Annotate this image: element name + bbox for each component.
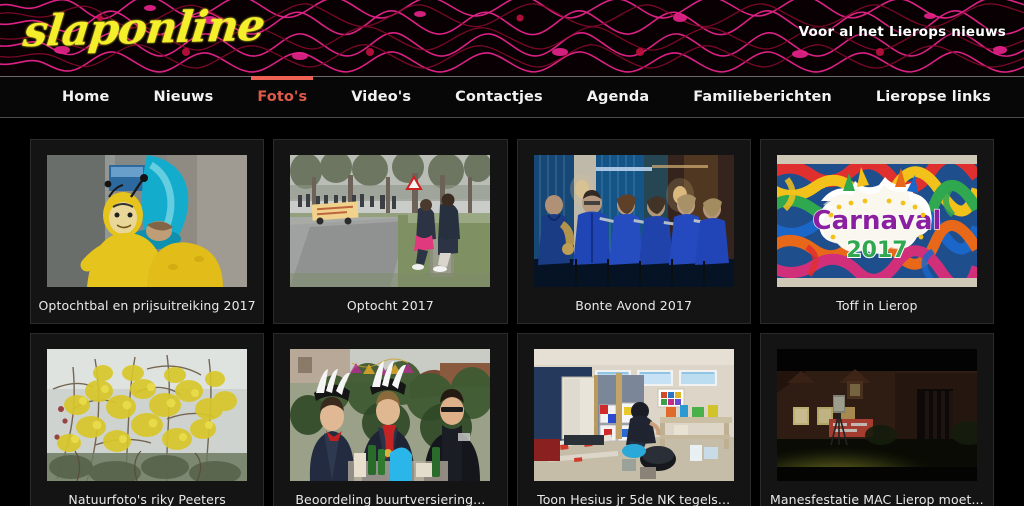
nav-item-nieuws[interactable]: Nieuws xyxy=(131,77,235,117)
gallery-card[interactable]: Natuurfoto's riky Peeters xyxy=(30,333,265,506)
gallery-grid: Optochtbal en prijsuitreiking 2017 Optoc… xyxy=(30,139,994,506)
nav-item-familieberichten[interactable]: Familieberichten xyxy=(671,77,854,117)
gallery-card-caption: Toff in Lierop xyxy=(836,298,918,313)
thumbnail-workshop-tiling-room[interactable] xyxy=(533,349,734,481)
svg-text:2017: 2017 xyxy=(846,238,907,263)
thumbnail-kids-carnival-costumes[interactable] xyxy=(47,155,248,287)
svg-text:Carnaval: Carnaval xyxy=(812,206,941,236)
thumbnail-carnaval-2017-poster[interactable]: Carnaval 2017 xyxy=(776,155,977,287)
thumbnail-band-blue-stage[interactable] xyxy=(533,155,734,287)
gallery-card[interactable]: Beoordeling buurtversiering... xyxy=(273,333,508,506)
gallery-card[interactable]: Toon Hesius jr 5de NK tegels... xyxy=(516,333,751,506)
nav-item-contactjes[interactable]: Contactjes xyxy=(433,77,565,117)
photo-gallery: Optochtbal en prijsuitreiking 2017 Optoc… xyxy=(0,118,1024,506)
main-navigation: Home Nieuws Foto's Video's Contactjes Ag… xyxy=(0,76,1024,118)
nav-item-fotos[interactable]: Foto's xyxy=(235,76,329,117)
gallery-card[interactable]: Optocht 2017 xyxy=(273,139,508,324)
gallery-card-caption: Manesfestatie MAC Lierop moet... xyxy=(770,492,984,506)
gallery-card[interactable]: Carnaval 2017 Toff in Lierop xyxy=(759,139,994,324)
nav-items-container: Home Nieuws Foto's Video's Contactjes Ag… xyxy=(0,76,1024,117)
thumbnail-parade-street-float[interactable] xyxy=(290,155,491,287)
gallery-card[interactable]: Bonte Avond 2017 xyxy=(516,139,751,324)
gallery-card[interactable]: Manesfestatie MAC Lierop moet... xyxy=(759,333,994,506)
site-header-banner: slaponline Voor al het Lierops nieuws xyxy=(0,0,1024,76)
nav-item-lieropse-links[interactable]: Lieropse links xyxy=(854,77,1013,117)
gallery-card-caption: Beoordeling buurtversiering... xyxy=(295,492,486,506)
gallery-card[interactable]: Optochtbal en prijsuitreiking 2017 xyxy=(30,139,265,324)
thumbnail-night-farmhouse-lit[interactable] xyxy=(776,349,977,481)
thumbnail-men-plumed-hats[interactable] xyxy=(290,349,491,481)
nav-item-home[interactable]: Home xyxy=(40,77,131,117)
gallery-card-caption: Optochtbal en prijsuitreiking 2017 xyxy=(38,298,256,313)
nav-item-videos[interactable]: Video's xyxy=(329,77,433,117)
gallery-card-caption: Optocht 2017 xyxy=(346,298,434,313)
nav-item-lierop-leeft[interactable]: Lierop Leeft xyxy=(1013,77,1024,117)
site-tagline: Voor al het Lierops nieuws xyxy=(798,24,1006,40)
site-logo[interactable]: slaponline xyxy=(21,1,267,57)
thumbnail-yellow-blossom-bush[interactable] xyxy=(47,349,248,481)
gallery-card-caption: Natuurfoto's riky Peeters xyxy=(68,492,226,506)
gallery-card-caption: Bonte Avond 2017 xyxy=(575,298,693,313)
nav-item-agenda[interactable]: Agenda xyxy=(565,77,672,117)
gallery-card-caption: Toon Hesius jr 5de NK tegels... xyxy=(537,492,731,506)
